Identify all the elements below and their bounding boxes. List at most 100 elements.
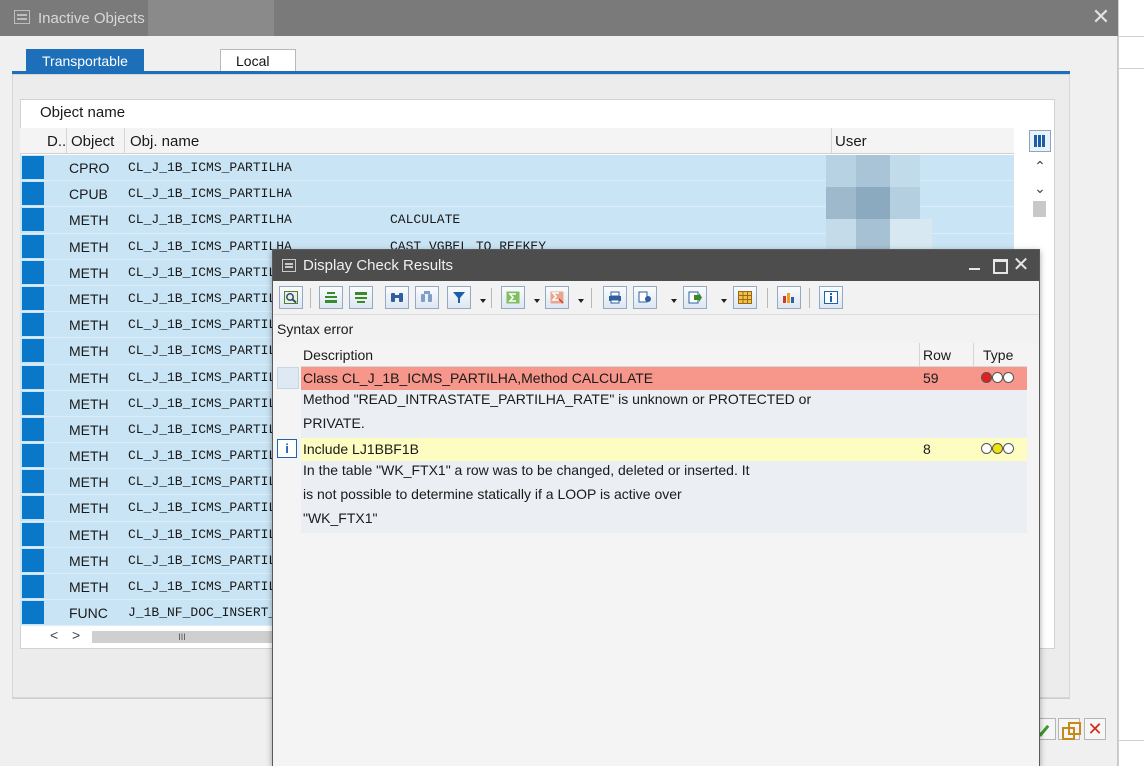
filter-dropdown-icon[interactable] <box>480 299 486 303</box>
information-button[interactable] <box>819 286 843 309</box>
object-name-cell: CL_J_1B_ICMS_PARTILHA <box>128 317 292 333</box>
export-dropdown-icon[interactable] <box>721 299 727 303</box>
result-detail-line: is not possible to determine statically … <box>303 486 682 502</box>
scroll-right-icon[interactable]: > <box>72 627 80 643</box>
layout-button[interactable] <box>733 286 757 309</box>
object-list-header: D.. Object Obj. name User <box>20 128 1014 154</box>
row-selection-marker[interactable] <box>22 208 44 232</box>
row-selection-marker[interactable] <box>22 182 44 206</box>
scroll-left-icon[interactable]: < <box>50 627 58 643</box>
result-detail-line: PRIVATE. <box>303 415 365 431</box>
magnifier-icon <box>284 291 298 304</box>
row-selection-marker[interactable] <box>22 365 44 389</box>
filter-button[interactable] <box>447 286 471 309</box>
row-selection-marker[interactable] <box>22 234 44 258</box>
row-selection-marker[interactable] <box>22 391 44 415</box>
object-name-cell: CL_J_1B_ICMS_PARTILHA <box>128 212 292 228</box>
cancel-button[interactable]: ✕ <box>1084 718 1106 740</box>
column-header-row[interactable]: Row <box>923 347 951 363</box>
tab-transportable-objects[interactable]: Transportable Objects <box>26 49 144 92</box>
details-button[interactable] <box>279 286 303 309</box>
sort-descending-icon <box>355 292 367 303</box>
column-header-object[interactable]: Object <box>71 133 114 150</box>
column-settings-icon[interactable] <box>1029 130 1051 152</box>
column-header-description[interactable]: Description <box>303 347 373 363</box>
binoculars-icon <box>391 293 403 302</box>
object-type-cell: METH <box>69 369 109 386</box>
graphic-button[interactable] <box>777 286 801 309</box>
find-next-button[interactable] <box>415 286 439 309</box>
scroll-down-icon[interactable]: ⌄ <box>1030 180 1050 196</box>
column-header-type[interactable]: Type <box>983 347 1013 363</box>
object-type-cell: FUNC <box>69 605 108 622</box>
minimize-icon[interactable] <box>965 254 985 276</box>
window-titlebar: Inactive Objects ✕ <box>0 0 1118 36</box>
export-button[interactable] <box>683 286 707 309</box>
object-name-cell: CL_J_1B_ICMS_PARTILHA <box>128 369 292 385</box>
object-type-cell: METH <box>69 474 109 491</box>
display-check-results-dialog: Display Check Results ✕ Syntax error Des… <box>272 249 1040 766</box>
object-type-cell: METH <box>69 212 109 229</box>
total-button[interactable] <box>501 286 525 309</box>
views-dropdown-icon[interactable] <box>671 299 677 303</box>
column-header-obj-name[interactable]: Obj. name <box>130 133 199 150</box>
dialog-close-icon[interactable]: ✕ <box>1011 254 1031 276</box>
row-selection-marker[interactable] <box>22 496 44 520</box>
row-selection-marker[interactable] <box>22 156 44 179</box>
object-type-cell: METH <box>69 238 109 255</box>
scroll-up-icon[interactable]: ⌃ <box>1030 158 1050 174</box>
print-button[interactable] <box>603 286 627 309</box>
result-row-error[interactable]: Class CL_J_1B_ICMS_PARTILHA,Method CALCU… <box>301 367 1027 390</box>
row-selection-marker[interactable] <box>22 313 44 337</box>
row-selection-marker[interactable] <box>22 601 44 625</box>
object-name-cell: CL_J_1B_ICMS_PARTILHA <box>128 552 292 568</box>
row-selector[interactable] <box>277 367 299 389</box>
subtotal-dropdown-icon[interactable] <box>578 299 584 303</box>
results-body: Class CL_J_1B_ICMS_PARTILHA,Method CALCU… <box>301 367 1027 533</box>
column-header-d[interactable]: D.. <box>47 133 66 150</box>
horizontal-scrollbar-thumb[interactable]: III <box>92 631 272 643</box>
info-icon[interactable]: i <box>277 439 297 458</box>
object-type-cell: METH <box>69 552 109 569</box>
sort-descending-button[interactable] <box>349 286 373 309</box>
maximize-icon[interactable] <box>989 254 1009 276</box>
column-separator <box>124 128 125 154</box>
redacted-area <box>148 0 274 36</box>
column-header-user[interactable]: User <box>835 133 867 150</box>
row-selection-marker[interactable] <box>22 522 44 546</box>
horizontal-scrollbar[interactable]: < > III <box>46 626 274 646</box>
result-description: Class CL_J_1B_ICMS_PARTILHA,Method CALCU… <box>303 370 654 386</box>
find-button[interactable] <box>385 286 409 309</box>
row-selection-marker[interactable] <box>22 444 44 468</box>
filter-icon <box>453 292 465 303</box>
warning-traffic-light-icon <box>981 443 1017 455</box>
syntax-error-label: Syntax error <box>277 321 354 337</box>
sum-icon <box>506 291 520 304</box>
row-selection-marker[interactable] <box>22 548 44 572</box>
subtotal-button[interactable] <box>545 286 569 309</box>
views-button[interactable] <box>633 286 657 309</box>
activate-anyway-button[interactable] <box>1058 718 1081 740</box>
bar-chart-icon <box>783 293 794 303</box>
find-next-icon <box>421 291 432 302</box>
total-dropdown-icon[interactable] <box>534 299 540 303</box>
window-close-icon[interactable]: ✕ <box>1090 6 1112 28</box>
views-icon <box>638 291 651 303</box>
check-results-grid: Description Row Type i Class CL_J_1B_ICM… <box>273 343 1039 766</box>
row-selection-marker[interactable] <box>22 470 44 494</box>
result-row-warning[interactable]: Include LJ1BBF1B 8 <box>301 438 1027 461</box>
dialog-window-icon <box>282 259 296 272</box>
redacted-user-area <box>826 155 932 251</box>
row-selection-marker[interactable] <box>22 260 44 284</box>
row-selection-marker[interactable] <box>22 339 44 363</box>
row-selection-marker[interactable] <box>22 575 44 598</box>
row-selection-marker[interactable] <box>22 286 44 310</box>
tab-local-objects[interactable]: Local objects <box>220 49 297 92</box>
table-grid-icon <box>738 291 752 304</box>
vertical-scrollbar-thumb[interactable] <box>1033 201 1046 217</box>
row-selection-marker[interactable] <box>22 417 44 441</box>
object-name-cell: CL_J_1B_ICMS_PARTILHA <box>128 186 292 202</box>
object-name-cell: CL_J_1B_ICMS_PARTILHA <box>128 500 292 516</box>
printer-icon <box>609 291 621 304</box>
sort-ascending-button[interactable] <box>319 286 343 309</box>
